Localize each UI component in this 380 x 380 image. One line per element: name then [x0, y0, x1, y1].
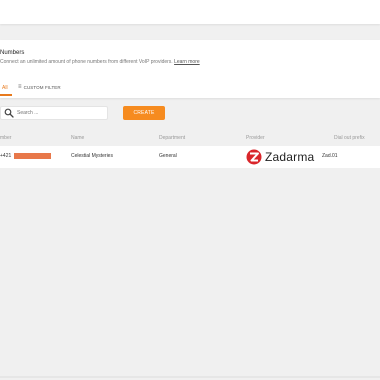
search-box[interactable] — [0, 106, 108, 120]
learn-more-link[interactable]: Learn more — [174, 59, 200, 65]
provider-name: Zadarma — [265, 150, 315, 164]
search-icon — [4, 108, 14, 118]
tab-all[interactable]: All — [2, 85, 8, 91]
row-name: Celestial Mysteries — [71, 153, 113, 159]
search-input[interactable] — [17, 110, 97, 116]
column-header-department[interactable]: Department — [159, 135, 185, 141]
page-header-card: Numbers Connect an unlimited amount of p… — [0, 40, 380, 98]
column-header-provider[interactable]: Provider — [246, 135, 265, 141]
page-title: Numbers — [0, 50, 25, 56]
bottom-divider — [0, 376, 380, 378]
page-description: Connect an unlimited amount of phone num… — [0, 59, 200, 65]
row-dial-out-prefix: Zad.01 — [322, 153, 338, 159]
column-header-number[interactable]: mber — [0, 135, 11, 141]
page-description-text: Connect an unlimited amount of phone num… — [0, 59, 173, 65]
tab-custom-filter-label: CUSTOM FILTER — [23, 85, 61, 90]
zadarma-logo-icon — [246, 149, 262, 165]
tab-active-indicator — [0, 94, 12, 96]
tab-custom-filter[interactable]: ≡ CUSTOM FILTER — [18, 84, 61, 90]
column-header-name[interactable]: Name — [71, 135, 84, 141]
provider-logo: Zadarma — [246, 149, 314, 165]
row-department: General — [159, 153, 177, 159]
row-number: +421 — [0, 153, 12, 159]
create-button[interactable]: CREATE — [123, 106, 165, 120]
filter-icon: ≡ — [18, 84, 22, 90]
top-panel — [0, 0, 380, 24]
table-row[interactable]: +421 Celestial Mysteries General Zadarma… — [0, 146, 380, 168]
column-header-dial-out-prefix[interactable]: Dial out prefix — [334, 135, 365, 141]
redacted-number-block — [14, 153, 51, 159]
